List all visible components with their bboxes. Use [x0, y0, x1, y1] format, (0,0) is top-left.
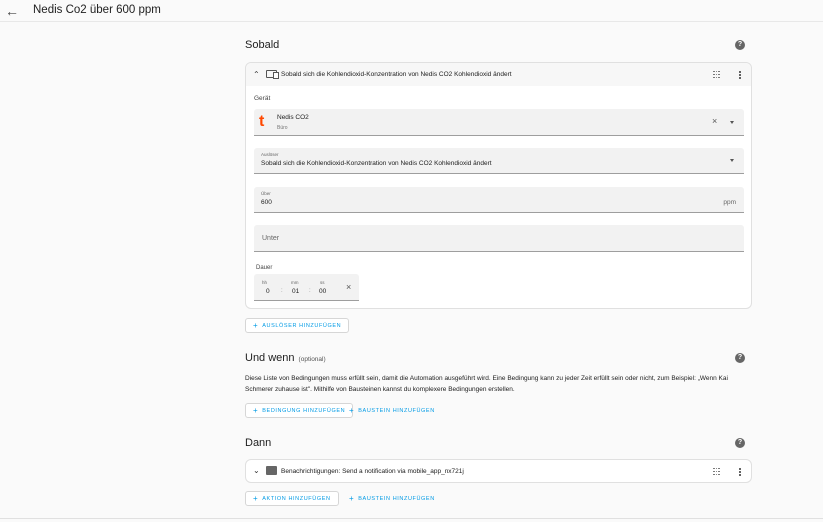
dauer-label: Dauer [256, 265, 273, 271]
unter-placeholder: Unter [262, 235, 280, 242]
add-block-label: BAUSTEIN HINZUFÜGEN [358, 407, 435, 414]
device-trigger-icon [266, 70, 279, 79]
more-menu-icon[interactable] [738, 70, 742, 80]
plus-icon: + [349, 494, 355, 503]
section-dann-heading: Dann [245, 437, 271, 449]
add-action-button[interactable]: + AKTION HINZUFÜGEN [245, 491, 339, 506]
dropdown-caret-icon[interactable] [730, 159, 734, 162]
chevron-up-icon[interactable]: ⌃ [253, 70, 260, 79]
clear-icon[interactable]: × [712, 117, 717, 126]
device-name: Nedis CO2 [277, 114, 309, 121]
unter-input[interactable]: Unter [254, 225, 744, 252]
plus-icon: + [349, 406, 355, 415]
add-action-label: AKTION HINZUFÜGEN [262, 495, 331, 502]
action-title: Benachrichtigungen: Send a notification … [281, 468, 464, 475]
help-icon[interactable]: ? [735, 438, 745, 448]
ueber-value: 600 [261, 199, 272, 206]
optional-label: (optional) [298, 356, 326, 363]
top-bar: ← Nedis Co2 über 600 ppm [0, 0, 823, 22]
mm-label: mm [291, 280, 299, 285]
conditions-description: Diese Liste von Bedingungen muss erfüllt… [245, 375, 728, 393]
trigger-title: Sobald sich die Kohlendioxid-Konzentrati… [281, 71, 512, 78]
back-arrow-icon[interactable]: ← [4, 3, 20, 19]
add-trigger-label: AUSLÖSER HINZUFÜGEN [262, 322, 342, 329]
ueber-unit: ppm [723, 199, 736, 206]
help-icon[interactable]: ? [735, 40, 745, 50]
ss-label: ss [320, 280, 325, 285]
geraet-label: Gerät [254, 95, 271, 102]
hh-value[interactable]: 0 [266, 288, 270, 295]
plus-icon: + [253, 321, 259, 330]
trigger-card: ⌃ Sobald sich die Kohlendioxid-Konzentra… [245, 62, 752, 309]
add-block-condition-button[interactable]: + BAUSTEIN HINZUFÜGEN [342, 403, 442, 418]
action-card-header[interactable]: ⌄ Benachrichtigungen: Send a notificatio… [246, 460, 751, 483]
section-title: Dann [245, 437, 272, 449]
help-icon[interactable]: ? [735, 353, 745, 363]
mm-value[interactable]: 01 [292, 288, 299, 295]
section-und-wenn-heading: Und wenn (optional) [245, 352, 326, 364]
colon-separator: : [281, 288, 283, 294]
dropdown-caret-icon[interactable] [730, 121, 734, 124]
more-menu-icon[interactable] [738, 467, 742, 477]
plus-icon: + [253, 494, 259, 503]
plus-icon: + [253, 406, 259, 415]
ss-value[interactable]: 00 [319, 288, 326, 295]
action-card: ⌄ Benachrichtigungen: Send a notificatio… [245, 459, 752, 483]
section-title: Sobald [245, 39, 280, 51]
add-condition-label: BEDINGUNG HINZUFÜGEN [262, 407, 346, 414]
bottom-divider [0, 518, 823, 519]
ueber-label: Über [261, 191, 271, 196]
section-title: Und wenn [245, 352, 295, 364]
notification-message-icon [266, 466, 277, 475]
device-area: Büro [277, 125, 288, 131]
drag-handle-icon[interactable] [713, 467, 720, 476]
ueber-input[interactable]: Über 600 ppm [254, 187, 744, 213]
trigger-card-header[interactable]: ⌃ Sobald sich die Kohlendioxid-Konzentra… [246, 63, 751, 86]
tuya-logo-icon: t [259, 113, 265, 130]
ausloeser-label: Auslöser [261, 152, 279, 157]
colon-separator: : [309, 288, 311, 294]
ausloeser-select[interactable]: Auslöser Sobald sich die Kohlendioxid-Ko… [254, 148, 744, 174]
add-block-label: BAUSTEIN HINZUFÜGEN [358, 495, 435, 502]
add-condition-button[interactable]: + BEDINGUNG HINZUFÜGEN [245, 403, 354, 418]
add-block-action-button[interactable]: + BAUSTEIN HINZUFÜGEN [342, 491, 442, 506]
drag-handle-icon[interactable] [713, 70, 720, 79]
add-trigger-button[interactable]: + AUSLÖSER HINZUFÜGEN [245, 318, 350, 333]
section-sobald-heading: Sobald [245, 39, 279, 51]
duration-input[interactable]: hh 0 : mm 01 : ss 00 × [254, 274, 359, 301]
ausloeser-value: Sobald sich die Kohlendioxid-Konzentrati… [261, 160, 492, 167]
hh-label: hh [262, 280, 268, 285]
chevron-down-icon[interactable]: ⌄ [253, 466, 260, 475]
clear-duration-icon[interactable]: × [346, 283, 351, 292]
page-title: Nedis Co2 über 600 ppm [33, 4, 161, 16]
device-select[interactable]: t Nedis CO2 Büro × [254, 109, 744, 136]
